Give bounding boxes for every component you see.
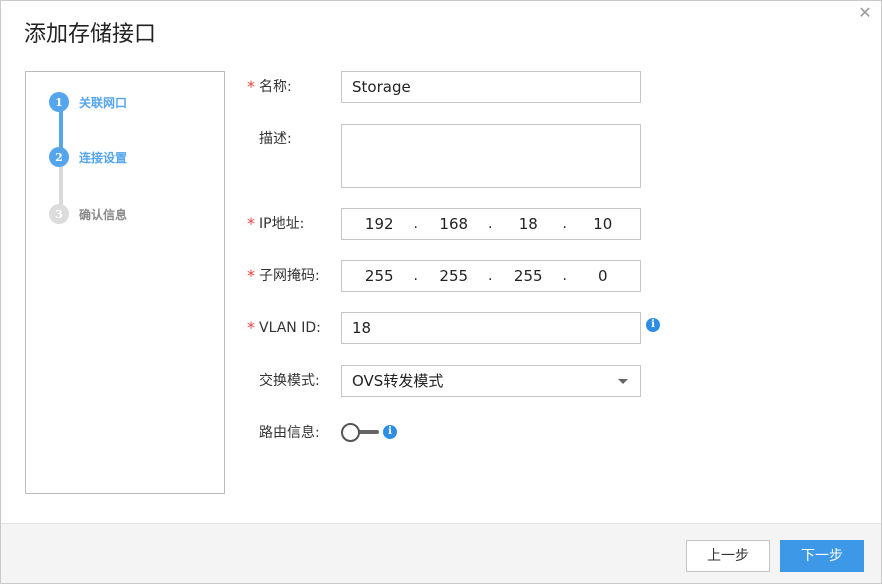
step-label: 关联网口: [79, 95, 128, 110]
subnet-mask-input[interactable]: 255 . 255 . 255 . 0: [341, 260, 641, 292]
description-label: 描述:: [259, 131, 292, 147]
name-input[interactable]: Storage: [341, 71, 641, 103]
mask-separator: .: [413, 268, 418, 284]
ip-separator: .: [488, 216, 493, 232]
step-label: 连接设置: [79, 150, 128, 165]
vlan-info-icon[interactable]: i: [646, 318, 660, 332]
step-confirm-info: 3 确认信息: [49, 204, 127, 224]
name-label: 名称:: [259, 79, 292, 95]
switch-mode-value: OVS转发模式: [352, 372, 444, 390]
ip-separator: .: [562, 216, 567, 232]
step-number: 3: [49, 204, 69, 224]
mask-separator: .: [562, 268, 567, 284]
ip-row: * IP地址: 192 . 168 . 18 . 10: [247, 208, 641, 240]
wizard-steps: 1 关联网口 2 连接设置 3 确认信息: [25, 71, 225, 494]
required-mark: *: [247, 77, 255, 96]
vlan-label: VLAN ID:: [259, 320, 321, 336]
description-textarea[interactable]: [341, 124, 641, 188]
mask-segment-3[interactable]: 255: [491, 261, 566, 291]
ip-segment-2[interactable]: 168: [417, 209, 492, 239]
vlan-row: * VLAN ID: 18 i: [247, 312, 660, 344]
mask-segment-1[interactable]: 255: [342, 261, 417, 291]
chevron-down-icon: [618, 379, 628, 384]
required-mark: *: [247, 318, 255, 337]
subnet-mask-row: * 子网掩码: 255 . 255 . 255 . 0: [247, 260, 641, 292]
switch-mode-row: 交换模式: OVS转发模式: [247, 365, 641, 397]
ip-segment-4[interactable]: 10: [566, 209, 641, 239]
ip-label: IP地址:: [259, 216, 305, 232]
ip-address-input[interactable]: 192 . 168 . 18 . 10: [341, 208, 641, 240]
step-associate-port[interactable]: 1 关联网口: [49, 92, 127, 112]
mask-segment-2[interactable]: 255: [417, 261, 492, 291]
switch-mode-select[interactable]: OVS转发模式: [341, 365, 641, 397]
required-mark: *: [247, 266, 255, 285]
ip-separator: .: [413, 216, 418, 232]
dialog-footer: 上一步 下一步: [1, 523, 881, 583]
add-storage-interface-dialog: 添加存储接口 ✕ 1 关联网口 2 连接设置 3 确认信息 * 名称: Stor…: [0, 0, 882, 584]
route-info-toggle[interactable]: [341, 417, 381, 449]
step-number: 2: [49, 147, 69, 167]
step-number: 1: [49, 92, 69, 112]
required-mark: *: [247, 214, 255, 233]
step-connection-settings[interactable]: 2 连接设置: [49, 147, 127, 167]
ip-segment-3[interactable]: 18: [491, 209, 566, 239]
mask-separator: .: [488, 268, 493, 284]
toggle-knob: [341, 423, 360, 442]
name-row: * 名称: Storage: [247, 71, 641, 103]
route-info-label: 路由信息:: [259, 425, 320, 441]
dialog-title: 添加存储接口: [24, 22, 157, 47]
subnet-mask-label: 子网掩码:: [259, 268, 320, 284]
description-row: 描述:: [247, 124, 641, 188]
route-info-row: 路由信息: i: [247, 417, 397, 449]
switch-mode-label: 交换模式:: [259, 373, 320, 389]
next-step-button[interactable]: 下一步: [780, 540, 864, 572]
close-icon[interactable]: ✕: [857, 5, 873, 21]
route-info-icon[interactable]: i: [383, 425, 397, 439]
mask-segment-4[interactable]: 0: [566, 261, 641, 291]
previous-step-button[interactable]: 上一步: [686, 540, 770, 572]
ip-segment-1[interactable]: 192: [342, 209, 417, 239]
vlan-id-input[interactable]: 18: [341, 312, 641, 344]
step-label: 确认信息: [79, 207, 128, 222]
